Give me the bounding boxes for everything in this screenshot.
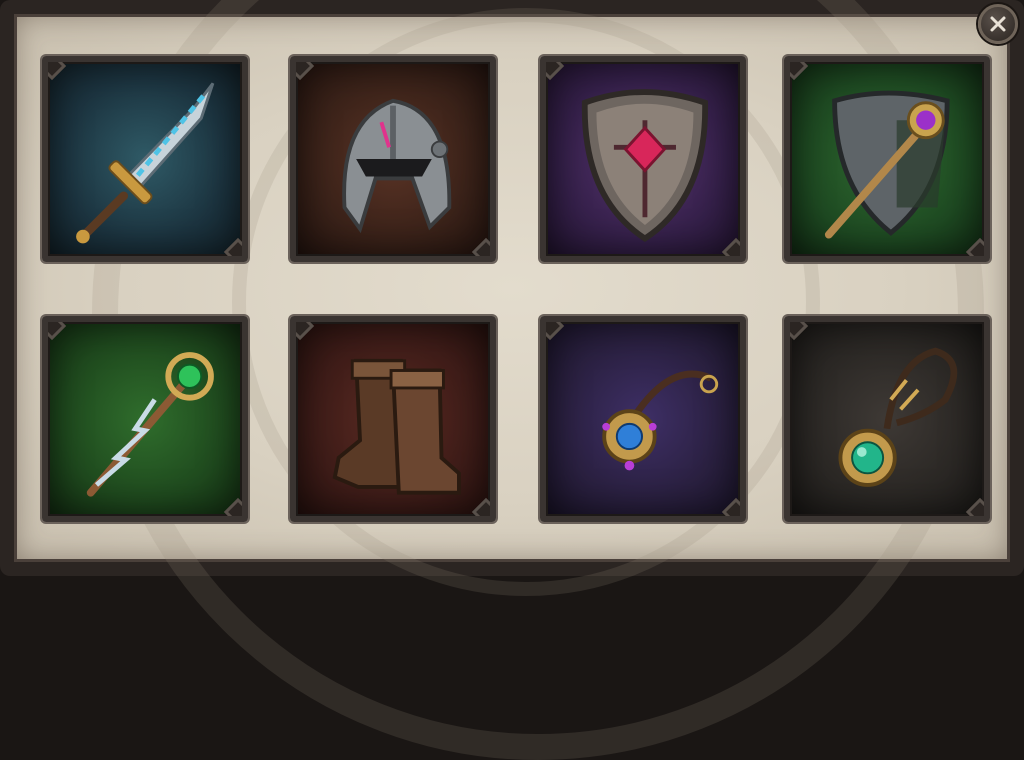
sword-icon	[76, 82, 215, 244]
shield-icon	[581, 89, 708, 243]
inventory-slot-4[interactable]	[784, 56, 990, 262]
inventory-slot-6[interactable]	[290, 316, 496, 522]
inventory-slot-2[interactable]	[290, 56, 496, 262]
inventory-slot-3[interactable]	[540, 56, 746, 262]
close-button[interactable]	[978, 4, 1018, 44]
boots-icon	[332, 358, 461, 495]
staff-icon	[86, 352, 214, 497]
close-icon	[990, 16, 1006, 32]
amulet-icon	[602, 370, 719, 471]
pendant-icon	[838, 347, 958, 487]
inventory-slot-7[interactable]	[540, 316, 746, 522]
helmet-icon	[342, 98, 452, 234]
shield-staff-icon	[824, 90, 950, 239]
inventory-slot-1[interactable]	[42, 56, 248, 262]
inventory-slot-8[interactable]	[784, 316, 990, 522]
inventory-slot-5[interactable]	[42, 316, 248, 522]
